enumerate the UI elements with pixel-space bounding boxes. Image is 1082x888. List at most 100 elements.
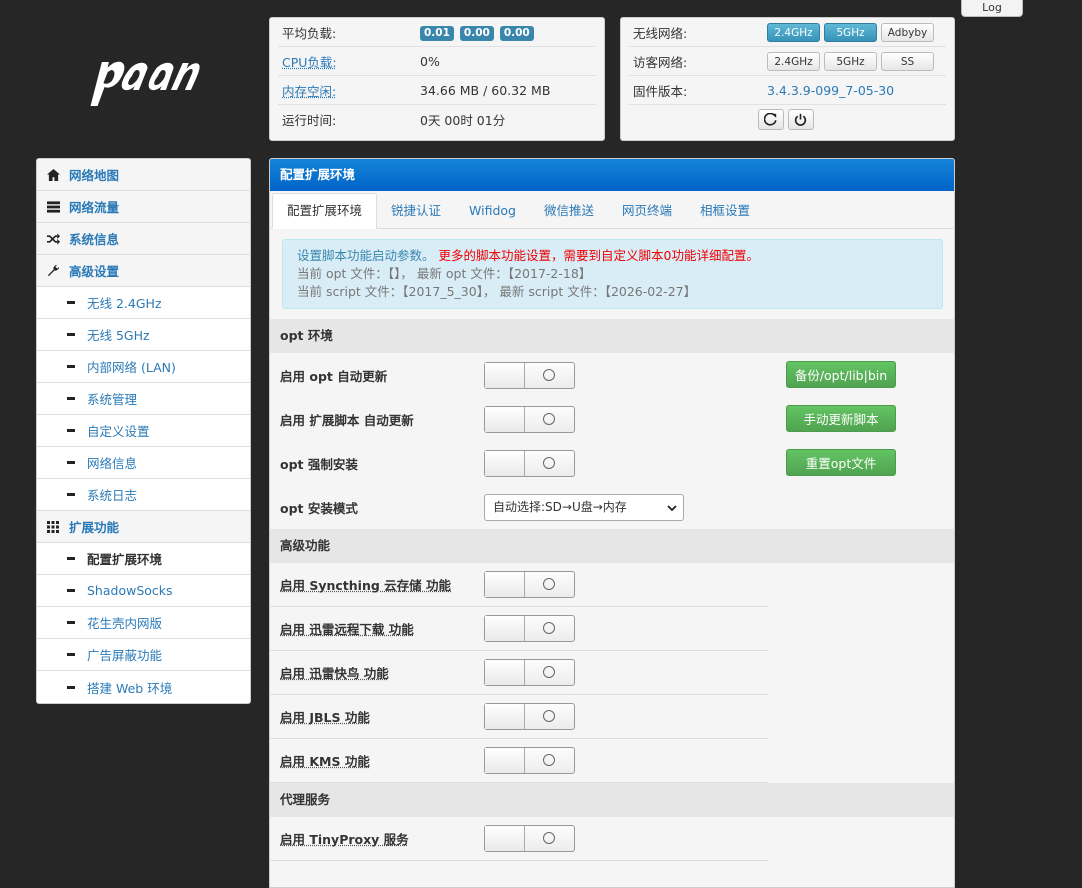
dash-icon xyxy=(67,301,75,304)
opt-install-mode-label: opt 安装模式 xyxy=(280,498,484,517)
uptime-label: 运行时间: xyxy=(278,110,420,129)
cpu-load-link[interactable]: CPU负载: xyxy=(282,55,337,70)
ss-button[interactable]: SS xyxy=(881,52,934,71)
sidebar-item-10[interactable]: 系统日志 xyxy=(37,479,250,511)
sidebar-item-label: 系统日志 xyxy=(87,485,137,504)
sidebar-item-8[interactable]: 自定义设置 xyxy=(37,415,250,447)
update-script-button[interactable]: 手动更新脚本 xyxy=(786,405,896,432)
sidebar-head-1[interactable]: 网络流量 xyxy=(37,191,250,223)
sidebar-head-2[interactable]: 系统信息 xyxy=(37,223,250,255)
dash-icon xyxy=(67,557,75,560)
main-panel: 配置扩展环境 配置扩展环境 锐捷认证 Wifidog 微信推送 网页终端 相框设… xyxy=(269,158,955,888)
home-icon xyxy=(47,169,61,181)
tab-web-terminal[interactable]: 网页终端 xyxy=(608,194,686,228)
cpu-row: CPU负载: 0% xyxy=(278,47,596,76)
opt-force-install-label: opt 强制安装 xyxy=(280,454,484,473)
sidebar-item-6[interactable]: 内部网络 (LAN) xyxy=(37,351,250,383)
advanced-feature-row: 启用 迅雷远程下载 功能 xyxy=(270,607,768,651)
sidebar-item-label: 高级设置 xyxy=(69,261,119,280)
sidebar-item-7[interactable]: 系统管理 xyxy=(37,383,250,415)
actions-row xyxy=(629,105,946,133)
advanced-feature-label: 启用 迅雷快鸟 功能 xyxy=(280,663,484,682)
adbyby-button[interactable]: Adbyby xyxy=(881,23,934,42)
wifi-row: 无线网络: 2.4GHz 5GHz Adbyby xyxy=(629,18,946,47)
sidebar-item-label: 广告屏蔽功能 xyxy=(87,645,162,664)
sidebar-item-13[interactable]: ShadowSocks xyxy=(37,575,250,607)
sidebar-item-9[interactable]: 网络信息 xyxy=(37,447,250,479)
chevron-down-icon xyxy=(667,503,677,513)
sidebar-item-5[interactable]: 无线 5GHz xyxy=(37,319,250,351)
sidebar-head-3[interactable]: 高级设置 xyxy=(37,255,250,287)
advanced-feature-label: 启用 迅雷远程下载 功能 xyxy=(280,619,484,638)
dash-icon xyxy=(67,461,75,464)
sidebar-item-12[interactable]: 配置扩展环境 xyxy=(37,543,250,575)
sidebar-item-label: 系统管理 xyxy=(87,389,137,408)
advanced-feature-row: 启用 迅雷快鸟 功能 xyxy=(270,651,768,695)
sidebar-item-label: 搭建 Web 环境 xyxy=(87,678,172,697)
advanced-feature-switch[interactable] xyxy=(484,659,575,686)
guest-5g-button[interactable]: 5GHz xyxy=(824,52,877,71)
system-status-panel: 平均负载: 0.01 0.00 0.00 CPU负载: 0% 内存空闲: 34.… xyxy=(269,17,605,141)
reset-opt-button[interactable]: 重置opt文件 xyxy=(786,449,896,476)
advanced-feature-switch[interactable] xyxy=(484,747,575,774)
load-badge-1m: 0.01 xyxy=(420,26,454,41)
wifi-5g-button[interactable]: 5GHz xyxy=(824,23,877,42)
sidebar-item-label: 网络地图 xyxy=(69,165,119,184)
guest-2g-button[interactable]: 2.4GHz xyxy=(767,52,820,71)
wifi-2g-button[interactable]: 2.4GHz xyxy=(767,23,820,42)
refresh-button[interactable] xyxy=(758,109,784,130)
wifi-label: 无线网络: xyxy=(629,23,767,42)
opt-force-install-switch[interactable] xyxy=(484,450,575,477)
alert-warning: 更多的脚本功能设置，需要到自定义脚本0功能详细配置。 xyxy=(439,248,759,263)
opt-auto-update-switch[interactable] xyxy=(484,362,575,389)
firmware-version-link[interactable]: 3.4.3.9-099_7-05-30 xyxy=(767,83,894,98)
section-advanced: 高级功能 xyxy=(270,529,954,563)
tab-photo-frame[interactable]: 相框设置 xyxy=(686,194,764,228)
backup-opt-button[interactable]: 备份/opt/lib|bin xyxy=(786,361,896,388)
section-opt: opt 环境 xyxy=(270,319,954,353)
sidebar-item-4[interactable]: 无线 2.4GHz xyxy=(37,287,250,319)
proxy-service-switch[interactable] xyxy=(484,825,575,852)
sidebar-head-0[interactable]: 网络地图 xyxy=(37,159,250,191)
cpu-value: 0% xyxy=(420,54,440,69)
load-row: 平均负载: 0.01 0.00 0.00 xyxy=(278,18,596,47)
sidebar-item-label: 网络信息 xyxy=(87,453,137,472)
advanced-feature-row: 启用 JBLS 功能 xyxy=(270,695,768,739)
script-auto-update-switch[interactable] xyxy=(484,406,575,433)
wrench-icon xyxy=(47,264,61,277)
alert-text: 设置脚本功能启动参数。 xyxy=(297,248,435,263)
opt-install-mode-select[interactable]: 自动选择:SD→U盘→内存 xyxy=(484,494,684,521)
tab-wifidog[interactable]: Wifidog xyxy=(455,194,530,228)
sidebar-item-label: 自定义设置 xyxy=(87,421,150,440)
dash-icon xyxy=(67,653,75,656)
tab-ruijie-auth[interactable]: 锐捷认证 xyxy=(377,194,455,228)
sidebar-item-label: 无线 2.4GHz xyxy=(87,293,162,312)
sidebar-item-label: ShadowSocks xyxy=(87,583,173,598)
log-button[interactable]: Log xyxy=(961,0,1023,17)
traffic-icon xyxy=(47,201,61,213)
sidebar-head-11[interactable]: 扩展功能 xyxy=(37,511,250,543)
sidebar-item-16[interactable]: 搭建 Web 环境 xyxy=(37,671,250,703)
advanced-feature-switch[interactable] xyxy=(484,703,575,730)
tab-wechat-push[interactable]: 微信推送 xyxy=(530,194,608,228)
power-button[interactable] xyxy=(788,109,814,130)
dash-icon xyxy=(67,621,75,624)
advanced-feature-label: 启用 KMS 功能 xyxy=(280,751,484,770)
script-version-text: 当前 script 文件：【2017_5_30】， 最新 script 文件：【… xyxy=(297,283,928,301)
tab-config-env[interactable]: 配置扩展环境 xyxy=(272,193,377,229)
advanced-feature-switch[interactable] xyxy=(484,571,575,598)
memory-free-link[interactable]: 内存空闲: xyxy=(282,84,336,99)
section-proxy: 代理服务 xyxy=(270,783,954,817)
sidebar-item-label: 系统信息 xyxy=(69,229,119,248)
guest-row: 访客网络: 2.4GHz 5GHz SS xyxy=(629,47,946,76)
advanced-feature-switch[interactable] xyxy=(484,615,575,642)
sidebar-item-label: 配置扩展环境 xyxy=(87,549,162,568)
uptime-value: 0天 00时 01分 xyxy=(420,110,505,129)
dash-icon xyxy=(67,686,75,689)
advanced-feature-row: 启用 KMS 功能 xyxy=(270,739,768,783)
dash-icon xyxy=(67,429,75,432)
page-title: 配置扩展环境 xyxy=(270,159,954,191)
dash-icon xyxy=(67,589,75,592)
sidebar-item-15[interactable]: 广告屏蔽功能 xyxy=(37,639,250,671)
sidebar-item-14[interactable]: 花生壳内网版 xyxy=(37,607,250,639)
